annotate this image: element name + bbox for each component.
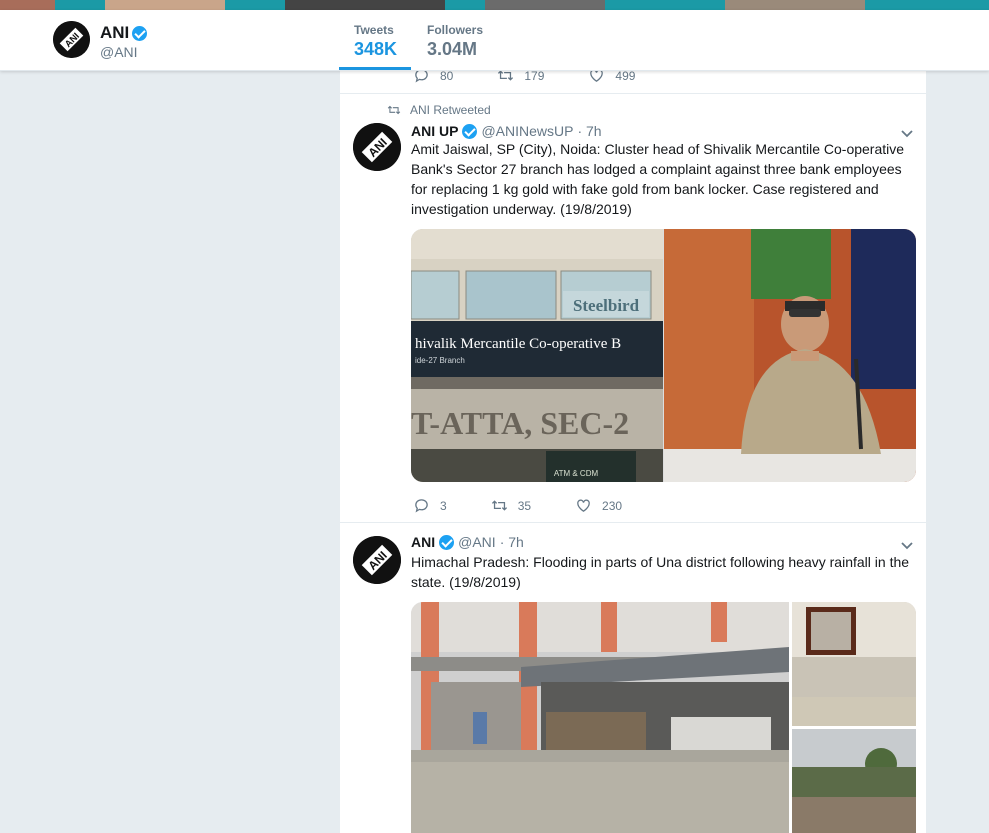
tweet-text-line: state. (19/8/2019) [411,574,521,590]
tweet-timestamp[interactable]: · 7h [500,534,524,550]
tweet-text: Himachal Pradesh: Flooding in parts of U… [411,552,916,592]
stat-followers-value: 3.04M [427,39,478,59]
stat-followers-label: Followers [427,23,484,37]
profile-avatar[interactable]: ANI [53,21,90,58]
tweet-menu-button[interactable] [901,126,913,138]
reply-count: 3 [440,498,447,513]
tweet-text-line: Himachal Pradesh: Flooding in parts of U… [411,554,910,570]
tweet-actions: 3 35 230 [413,497,666,514]
reply-icon [415,499,428,513]
tweet-text-line: investigation underway. (19/8/2019) [411,201,632,217]
media-sign-text: hivalik Mercantile Co-operative B [415,336,621,352]
profile-nav: ANI ANI @ANI Tweets 348K Followers 3.04M [0,10,989,71]
stat-followers[interactable]: Followers 3.04M [427,23,483,60]
retweet-icon [491,500,507,511]
media-steelbird-text: Steelbird [573,296,640,315]
retweet-icon [498,71,514,81]
verified-icon [132,25,148,41]
tweet-media-image [411,602,916,833]
retweet-count: 179 [524,71,545,83]
stat-tweets-value: 348K [354,39,398,59]
tweet-author-handle[interactable]: @ANINewsUP [481,123,573,139]
profile-handle[interactable]: @ANI [100,44,138,60]
tweet-timestamp[interactable]: · 7h [577,123,601,139]
tweet-menu-button[interactable] [901,538,913,550]
reply-count: 80 [440,71,454,83]
active-tab-indicator [339,67,411,70]
verified-icon [439,534,455,550]
profile-banner [0,0,989,10]
tweet-author-name[interactable]: ANI [411,534,435,550]
reply-button[interactable]: 80 [413,71,453,84]
retweet-context-text: ANI Retweeted [410,103,491,117]
tweet-avatar[interactable]: ANI [353,536,401,584]
reply-icon [415,71,428,83]
media-sign-branch: ide-27 Branch [415,356,465,365]
profile-name-text[interactable]: ANI [100,23,129,43]
profile-name[interactable]: ANI [100,23,148,43]
stat-tweets[interactable]: Tweets 348K [354,23,397,60]
tweet-media-image: Steelbird hivalik Mercantile Co-operativ… [411,229,916,482]
media-atm-text: ATM & CDM [554,469,599,478]
tweet-header: ANI UP @ANINewsUP · 7h [411,123,602,139]
tweet-text-line: Amit Jaiswal, SP (City), Noida: Cluster … [411,141,905,157]
retweet-context[interactable]: ANI Retweeted [387,103,491,117]
retweet-button[interactable]: 35 [491,497,531,514]
like-count: 499 [615,71,636,83]
tweet-header: ANI @ANI · 7h [411,534,524,550]
tweet-author-handle[interactable]: @ANI [458,534,496,550]
tweet-text: Amit Jaiswal, SP (City), Noida: Cluster … [411,139,916,219]
chevron-down-icon [901,130,913,138]
retweet-icon [387,105,401,115]
like-icon [577,499,590,512]
tweet-text-line: Bank's Sector 27 branch has lodged a com… [411,161,902,177]
tweet-text-line: for replacing 1 kg gold with fake gold f… [411,181,879,197]
like-button[interactable]: 499 [588,71,635,84]
tweet-actions: 80 179 499 [413,71,679,84]
like-icon [590,71,604,82]
reply-button[interactable]: 3 [413,497,447,514]
retweet-count: 35 [517,498,532,513]
timeline: 80 179 499 ANI Retweeted ANI ANI UP @ANI… [339,71,927,833]
tweet-author-name[interactable]: ANI UP [411,123,458,139]
verified-icon [462,123,478,139]
retweet-button[interactable]: 179 [497,71,544,84]
stat-tweets-label: Tweets [354,23,394,37]
media-sign-lower: T-ATTA, SEC-2 [411,405,629,441]
tweet-media[interactable] [411,602,916,833]
like-count: 230 [602,498,623,513]
tweet-divider [340,93,926,94]
tweet-media[interactable]: Steelbird hivalik Mercantile Co-operativ… [411,229,916,482]
chevron-down-icon [901,542,913,550]
like-button[interactable]: 230 [575,497,622,514]
tweet-divider [340,522,926,523]
tweet-avatar[interactable]: ANI [353,123,401,171]
